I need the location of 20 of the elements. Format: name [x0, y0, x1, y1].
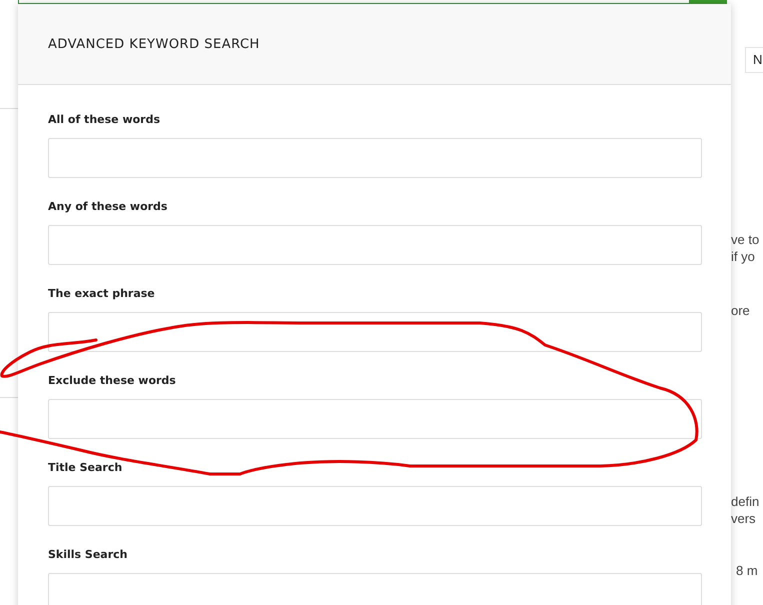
field-label: All of these words	[48, 114, 162, 126]
text-snippet: 8 m	[736, 562, 759, 579]
text-snippet: defin vers	[731, 493, 760, 527]
input-field[interactable]	[48, 225, 702, 265]
field-label: Exclude these words	[48, 375, 177, 387]
input-field[interactable]	[48, 312, 702, 352]
text-snippet: ve to if yo	[731, 231, 760, 265]
input-field[interactable]	[48, 138, 702, 178]
search-field[interactable]	[18, 0, 690, 4]
field-label: Skills Search	[48, 549, 129, 561]
field-label: The exact phrase	[48, 288, 156, 300]
dialog-title: ADVANCED KEYWORD SEARCH	[48, 36, 260, 52]
tab[interactable]: N	[745, 47, 763, 73]
input-field[interactable]	[48, 399, 702, 439]
input-field[interactable]	[48, 573, 702, 605]
text-snippet: ore	[731, 302, 751, 319]
search-button[interactable]	[690, 0, 727, 4]
input-field[interactable]	[48, 486, 702, 526]
field-label: Any of these words	[48, 201, 168, 213]
field-label: Title Search	[48, 462, 124, 474]
